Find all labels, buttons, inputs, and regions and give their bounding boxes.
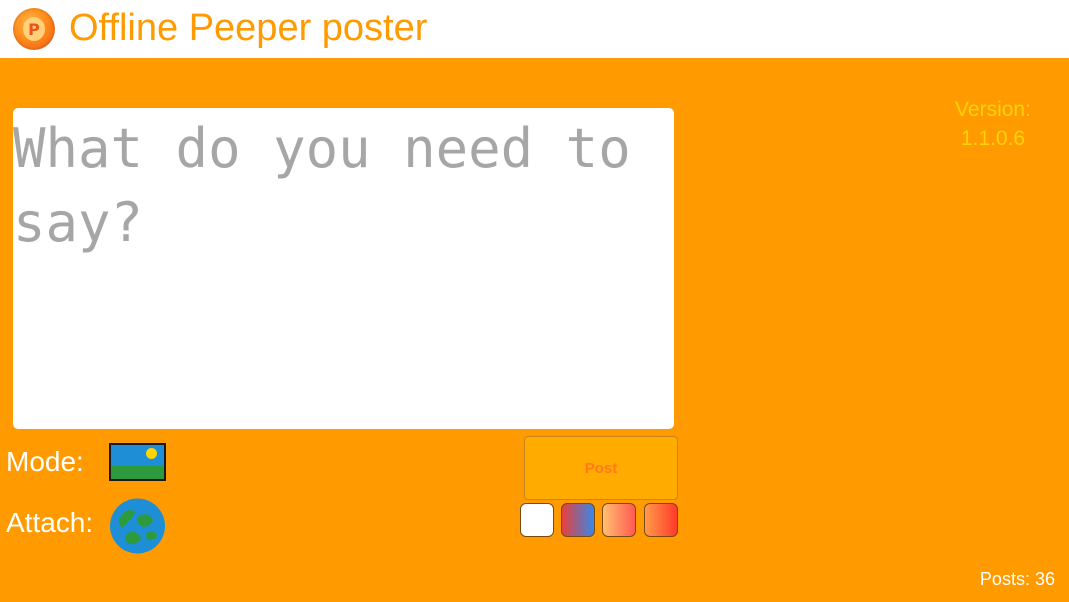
landscape-sun — [146, 448, 157, 459]
peeper-logo-icon: P — [13, 8, 55, 50]
posts-count-value: 36 — [1034, 569, 1055, 589]
main-panel: Version: 1.1.0.6 Mode: Attach: Post Post… — [0, 58, 1069, 602]
app-header: P Offline Peeper poster — [0, 0, 1069, 58]
post-button[interactable]: Post — [524, 436, 678, 500]
color-swatch-white[interactable] — [520, 503, 554, 537]
logo-letter: P — [23, 17, 45, 41]
app-title: Offline Peeper poster — [69, 7, 428, 49]
version-number: 1.1.0.6 — [960, 127, 1026, 150]
mode-label: Mode: — [6, 446, 84, 477]
color-swatch-peach-red[interactable] — [602, 503, 636, 537]
color-swatch-orange-red[interactable] — [644, 503, 678, 537]
attach-label: Attach: — [6, 507, 94, 538]
image-landscape-icon[interactable] — [109, 443, 166, 481]
version-label: Version: — [955, 98, 1031, 121]
posts-label: Posts: — [979, 569, 1030, 589]
landscape-hill — [111, 467, 151, 479]
version-info: Version: 1.1.0.6 — [940, 95, 1046, 153]
globe-icon[interactable] — [109, 498, 166, 554]
color-swatch-red-blue[interactable] — [561, 503, 595, 537]
posts-counter: Posts: 36 — [980, 568, 1055, 590]
compose-textarea[interactable] — [13, 108, 674, 429]
